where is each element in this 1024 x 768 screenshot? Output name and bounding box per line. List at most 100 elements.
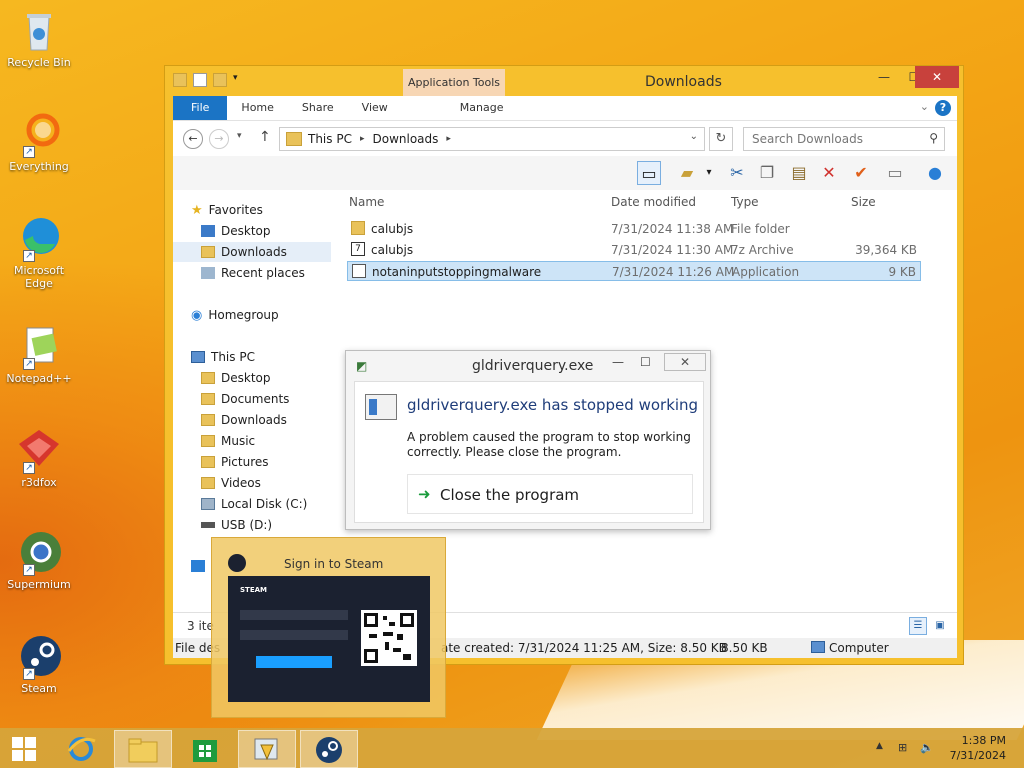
tab-share[interactable]: Share xyxy=(288,96,348,120)
desktop-icon-notepadpp[interactable]: ↗ Notepad++ xyxy=(4,322,74,385)
minimize-button[interactable]: — xyxy=(612,355,624,369)
details-view-icon[interactable]: ☰ xyxy=(909,617,927,635)
new-folder-icon[interactable] xyxy=(213,73,227,87)
quick-access-toolbar: ▾ xyxy=(173,73,243,87)
dialog-close-button[interactable]: ✕ xyxy=(664,353,706,371)
internet-explorer-icon[interactable] xyxy=(52,730,110,768)
column-header-date[interactable]: Date modified xyxy=(611,195,696,209)
desktop-icon-label: Steam xyxy=(21,682,57,695)
chevron-down-icon[interactable]: ▾ xyxy=(233,73,243,87)
network-icon[interactable]: ⊞ xyxy=(898,741,907,754)
file-date: 7/31/2024 11:30 AM xyxy=(611,243,734,257)
error-reporting-taskbar-icon[interactable] xyxy=(238,730,296,768)
breadcrumb-downloads[interactable]: Downloads xyxy=(372,132,438,146)
nav-pc-music[interactable]: Music xyxy=(201,431,255,451)
steam-icon xyxy=(228,554,246,572)
explorer-titlebar[interactable]: ▾ Application Tools Downloads — ☐ ✕ xyxy=(165,66,963,96)
file-row[interactable]: calubjs 7/31/2024 11:38 AM File folder xyxy=(347,219,921,239)
breadcrumb-separator-icon[interactable]: ▸ xyxy=(360,134,365,144)
up-button[interactable]: ↑ xyxy=(259,129,271,145)
chevron-down-icon[interactable]: ⌄ xyxy=(690,131,698,142)
breadcrumb-separator-icon[interactable]: ▸ xyxy=(446,134,451,144)
file-row[interactable]: 7 calubjs 7/31/2024 11:30 AM 7z Archive … xyxy=(347,240,921,260)
rename-icon[interactable]: ▭ xyxy=(883,161,907,185)
volume-muted-icon[interactable]: 🔈 xyxy=(920,741,934,754)
checkmark-icon[interactable]: ✔ xyxy=(849,161,873,185)
breadcrumb-this-pc[interactable]: This PC xyxy=(308,132,352,146)
star-icon: ★ xyxy=(191,202,203,218)
desktop-icon-recycle-bin[interactable]: Recycle Bin xyxy=(4,6,74,69)
forward-button[interactable]: → xyxy=(209,129,229,149)
refresh-button[interactable]: ↻ xyxy=(709,127,733,151)
recent-locations-icon[interactable]: ▾ xyxy=(237,131,242,141)
properties-icon[interactable] xyxy=(193,73,207,87)
steam-window-thumbnail: STEAM xyxy=(228,576,430,702)
clock-time: 1:38 PM xyxy=(961,734,1006,747)
large-icons-view-icon[interactable]: ▣ xyxy=(931,617,949,635)
maximize-button[interactable]: ☐ xyxy=(640,355,651,369)
downloads-folder-icon xyxy=(201,246,215,258)
dialog-titlebar[interactable]: ◩ gldriverquery.exe — ☐ ✕ xyxy=(346,351,710,381)
tab-file[interactable]: File xyxy=(173,96,228,120)
nav-network[interactable] xyxy=(191,556,205,576)
desktop-icon-steam[interactable]: ↗ Steam xyxy=(4,632,74,695)
network-globe-icon[interactable]: ● xyxy=(923,161,947,185)
column-header-name[interactable]: Name xyxy=(349,195,384,209)
help-icon[interactable]: ? xyxy=(935,100,951,116)
delete-icon[interactable]: ✕ xyxy=(817,161,841,185)
nav-recent-places[interactable]: Recent places xyxy=(201,263,305,283)
nav-homegroup[interactable]: ◉ Homegroup xyxy=(191,305,279,325)
expand-ribbon-icon[interactable]: ⌄ xyxy=(920,100,929,113)
file-row-selected[interactable]: notaninputstoppingmalware 7/31/2024 11:2… xyxy=(347,261,921,281)
column-header-type[interactable]: Type xyxy=(731,195,759,209)
sign-in-button xyxy=(256,656,332,668)
nav-pc-videos[interactable]: Videos xyxy=(201,473,261,493)
start-button[interactable] xyxy=(0,730,48,768)
back-button[interactable]: ← xyxy=(183,129,203,149)
nav-label: Downloads xyxy=(221,413,287,427)
desktop-icon-r3dfox[interactable]: ↗ r3dfox xyxy=(4,426,74,489)
search-input[interactable]: Search Downloads ⚲ xyxy=(743,127,945,151)
file-type: Application xyxy=(732,265,800,279)
copy-icon[interactable]: ❐ xyxy=(755,161,779,185)
paste-icon[interactable]: ▤ xyxy=(787,161,811,185)
minimize-button[interactable]: — xyxy=(869,66,899,88)
close-program-button[interactable]: ➜ Close the program xyxy=(407,474,693,514)
application-icon xyxy=(352,264,366,278)
show-hidden-icons-icon[interactable]: ▲ xyxy=(876,741,883,751)
tab-home[interactable]: Home xyxy=(227,96,287,120)
chevron-down-icon[interactable]: ▾ xyxy=(697,161,721,185)
nav-favorites[interactable]: ★ Favorites xyxy=(191,200,263,220)
nav-usb[interactable]: USB (D:) xyxy=(201,515,272,535)
nav-desktop-favorite[interactable]: Desktop xyxy=(201,221,271,241)
file-explorer-icon[interactable] xyxy=(114,730,172,768)
desktop-icon-supermium[interactable]: ↗ Supermium xyxy=(4,528,74,591)
folder-options-icon[interactable]: ▰ xyxy=(675,161,699,185)
tab-view[interactable]: View xyxy=(348,96,402,120)
preview-pane-icon[interactable]: ▭ xyxy=(637,161,661,185)
shortcut-arrow-icon: ↗ xyxy=(23,358,35,370)
tab-manage[interactable]: Manage xyxy=(446,96,518,120)
nav-pc-pictures[interactable]: Pictures xyxy=(201,452,269,472)
nav-pc-documents[interactable]: Documents xyxy=(201,389,289,409)
steam-taskbar-icon[interactable] xyxy=(300,730,358,768)
steam-taskbar-preview[interactable]: Sign in to Steam STEAM xyxy=(211,537,446,718)
nav-pc-downloads[interactable]: Downloads xyxy=(201,410,287,430)
address-bar[interactable]: This PC ▸ Downloads ▸ ⌄ xyxy=(279,127,705,151)
nav-pc-desktop[interactable]: Desktop xyxy=(201,368,271,388)
computer-icon xyxy=(191,351,205,363)
folder-icon xyxy=(201,393,215,405)
nav-this-pc[interactable]: This PC xyxy=(191,347,255,367)
cut-icon[interactable]: ✂ xyxy=(725,161,749,185)
desktop-icon-edge[interactable]: ↗ Microsoft Edge xyxy=(4,214,74,290)
folder-icon[interactable] xyxy=(173,73,187,87)
app-icon: ◩ xyxy=(356,359,368,373)
nav-downloads-favorite[interactable]: Downloads xyxy=(173,242,331,262)
column-header-size[interactable]: Size xyxy=(851,195,876,209)
computer-icon xyxy=(811,641,825,653)
close-button[interactable]: ✕ xyxy=(915,66,959,88)
clock[interactable]: 1:38 PM 7/31/2024 xyxy=(950,733,1006,763)
desktop-icon-everything[interactable]: ↗ Everything xyxy=(4,110,74,173)
nav-local-disk[interactable]: Local Disk (C:) xyxy=(201,494,307,514)
store-icon[interactable] xyxy=(176,730,234,768)
